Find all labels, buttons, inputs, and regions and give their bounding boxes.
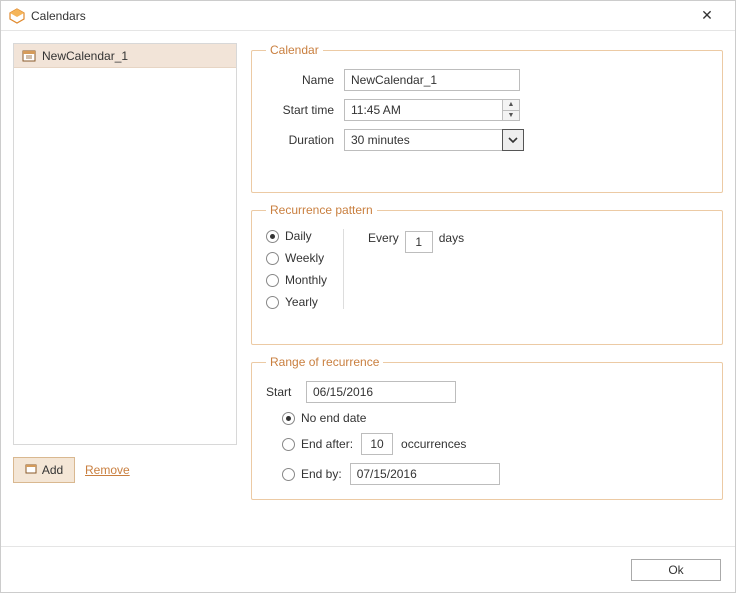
left-actions: Add Remove	[13, 457, 237, 483]
radio-yearly-label: Yearly	[285, 295, 318, 309]
body: NewCalendar_1 Add Remove Cale	[1, 31, 735, 546]
no-end-label: No end date	[301, 411, 366, 425]
recurrence-group: Recurrence pattern Daily Weekly	[251, 203, 723, 345]
radio-icon	[282, 468, 295, 481]
calendar-legend: Calendar	[266, 43, 323, 57]
calendar-group: Calendar Name Start time ▲ ▼	[251, 43, 723, 193]
right-column: Calendar Name Start time ▲ ▼	[251, 43, 723, 542]
start-time-spinner[interactable]: ▲ ▼	[344, 99, 520, 121]
spinner-down-icon[interactable]: ▼	[503, 111, 519, 121]
window-title: Calendars	[31, 9, 687, 23]
end-by-input[interactable]	[350, 463, 500, 485]
range-group: Range of recurrence Start No end date	[251, 355, 723, 500]
window: Calendars ✕ NewCalendar_1	[0, 0, 736, 593]
calendar-icon	[22, 49, 36, 63]
start-time-label: Start time	[266, 103, 344, 117]
radio-icon	[282, 412, 295, 425]
radio-end-after[interactable]: End after:	[282, 437, 353, 451]
duration-select[interactable]	[344, 129, 524, 151]
radio-icon	[282, 438, 295, 451]
range-start-label: Start	[266, 385, 298, 399]
end-by-label: End by:	[301, 467, 342, 481]
every-input[interactable]	[405, 231, 433, 253]
radio-icon	[266, 252, 279, 265]
calendar-list[interactable]: NewCalendar_1	[13, 43, 237, 445]
radio-end-by[interactable]: End by:	[282, 467, 342, 481]
range-legend: Range of recurrence	[266, 355, 383, 369]
occurrences-label: occurrences	[401, 437, 466, 451]
days-label: days	[439, 231, 464, 245]
footer: Ok	[1, 546, 735, 592]
remove-link[interactable]: Remove	[85, 463, 130, 477]
name-input[interactable]	[344, 69, 520, 91]
left-column: NewCalendar_1 Add Remove	[13, 43, 237, 542]
duration-input[interactable]	[344, 129, 502, 151]
titlebar: Calendars ✕	[1, 1, 735, 31]
radio-icon	[266, 274, 279, 287]
close-button[interactable]: ✕	[687, 2, 727, 30]
radio-weekly[interactable]: Weekly	[266, 251, 327, 265]
radio-monthly-label: Monthly	[285, 273, 327, 287]
recurrence-legend: Recurrence pattern	[266, 203, 377, 217]
add-button[interactable]: Add	[13, 457, 75, 483]
radio-no-end[interactable]: No end date	[282, 411, 366, 425]
radio-yearly[interactable]: Yearly	[266, 295, 327, 309]
radio-weekly-label: Weekly	[285, 251, 324, 265]
radio-monthly[interactable]: Monthly	[266, 273, 327, 287]
list-item-label: NewCalendar_1	[42, 49, 128, 63]
chevron-down-icon[interactable]	[502, 129, 524, 151]
range-start-input[interactable]	[306, 381, 456, 403]
duration-label: Duration	[266, 133, 344, 147]
every-label: Every	[368, 231, 399, 245]
radio-daily[interactable]: Daily	[266, 229, 327, 243]
radio-daily-label: Daily	[285, 229, 312, 243]
add-icon	[25, 463, 37, 478]
spinner-up-icon[interactable]: ▲	[503, 100, 519, 111]
end-after-input[interactable]	[361, 433, 393, 455]
list-item[interactable]: NewCalendar_1	[14, 44, 236, 68]
ok-button[interactable]: Ok	[631, 559, 721, 581]
start-time-input[interactable]	[344, 99, 502, 121]
add-button-label: Add	[42, 463, 63, 477]
app-icon	[9, 8, 25, 24]
name-label: Name	[266, 73, 344, 87]
end-after-label: End after:	[301, 437, 353, 451]
radio-icon	[266, 230, 279, 243]
radio-icon	[266, 296, 279, 309]
